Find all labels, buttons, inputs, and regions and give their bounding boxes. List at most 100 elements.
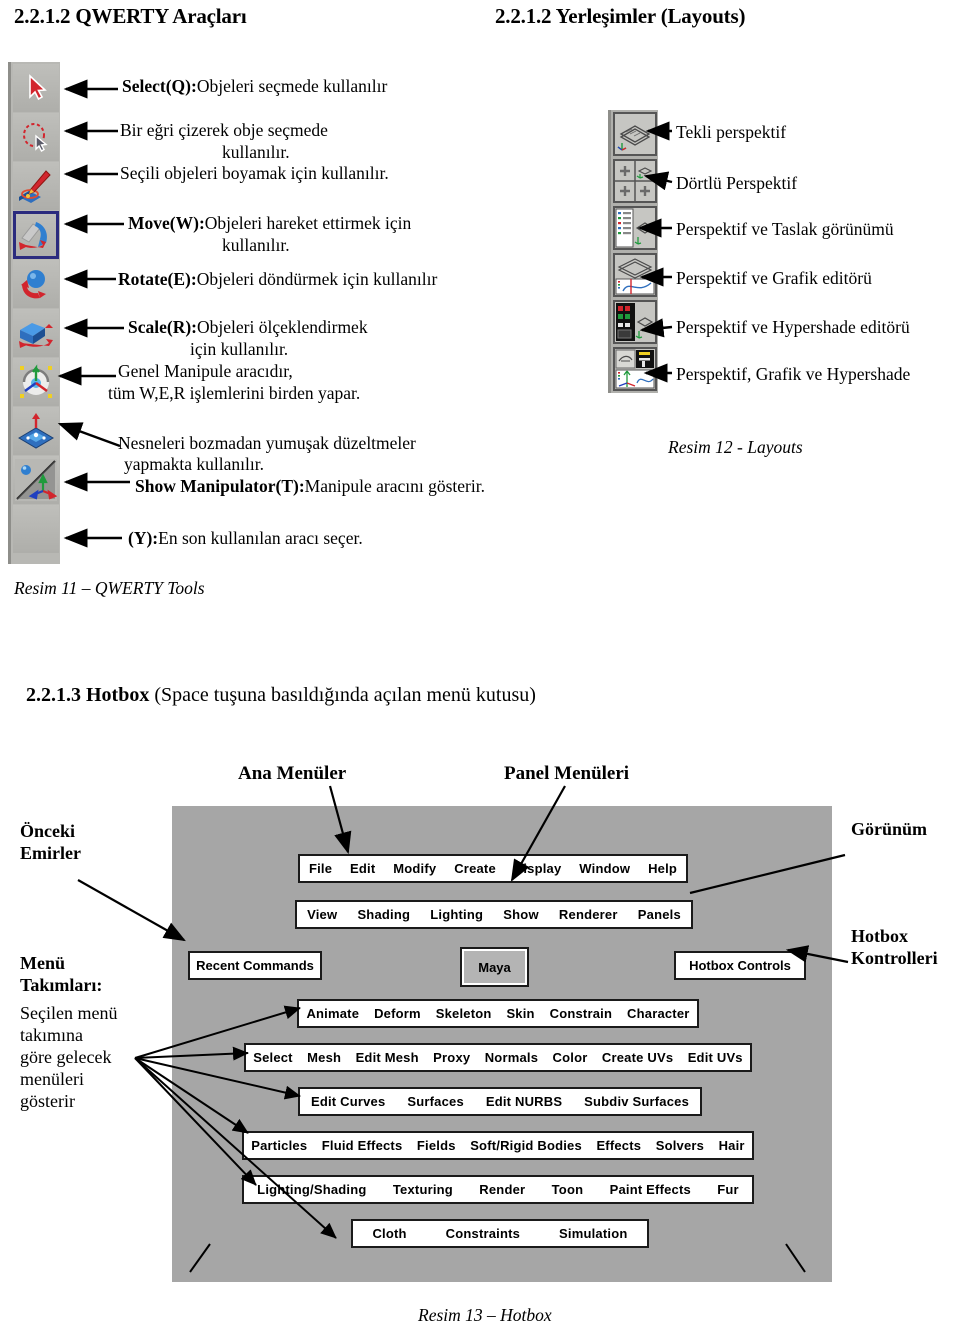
hotbox-row-panel-menus[interactable]: View Shading Lighting Show Renderer Pane… [295,900,693,929]
hotbox-menu-skeleton[interactable]: Skeleton [434,1006,494,1021]
hotbox-row-cloth[interactable]: Cloth Constraints Simulation [351,1219,649,1248]
hotbox-menu-panels[interactable]: Panels [636,907,683,922]
tool-desc-scale-text: Objeleri ölçeklendirmek [197,317,368,337]
hotbox-row-animation[interactable]: Animate Deform Skeleton Skin Constrain C… [297,999,699,1028]
hotbox-heading-number: 2.2.1.3 Hotbox [26,684,150,706]
hotbox-controls-button[interactable]: Hotbox Controls [674,951,806,980]
hotbox-menu-simulation[interactable]: Simulation [557,1226,629,1241]
hotbox-menu-constrain[interactable]: Constrain [548,1006,614,1021]
layouts-toolbar [608,110,658,393]
show-manipulator-tool[interactable] [12,456,59,504]
hotbox-menu-surfaces[interactable]: Surfaces [405,1094,466,1109]
hotbox-menu-render[interactable]: Render [477,1182,527,1197]
hotbox-menu-renderer[interactable]: Renderer [557,907,620,922]
perspective-graph-hypershade-layout[interactable] [613,347,657,391]
hotbox-menu-subdiv-surfaces[interactable]: Subdiv Surfaces [582,1094,691,1109]
hotbox-menu-paint-effects[interactable]: Paint Effects [608,1182,693,1197]
hotbox-menu-soft-rigid-bodies[interactable]: Soft/Rigid Bodies [468,1138,584,1153]
qwerty-toolbar [8,62,60,564]
move-tool[interactable] [12,211,59,259]
hotbox-menu-constraints[interactable]: Constraints [444,1226,522,1241]
hotbox-menu-window[interactable]: Window [577,861,632,876]
hotbox-menu-solvers[interactable]: Solvers [654,1138,706,1153]
hotbox-menu-edit[interactable]: Edit [348,861,377,876]
hotbox-menu-edit-uvs[interactable]: Edit UVs [686,1050,745,1065]
hotbox-recent-commands-button[interactable]: Recent Commands [188,951,322,980]
hotbox-row-main-menus[interactable]: File Edit Modify Create Display Window H… [298,854,688,883]
tool-desc-select-key: Select(Q): [122,76,197,96]
hotbox-menu-texturing[interactable]: Texturing [391,1182,455,1197]
hotbox-menu-fur[interactable]: Fur [715,1182,741,1197]
hotbox-menu-select[interactable]: Select [251,1050,295,1065]
tool-desc-paint: Seçili objeleri boyamak için kullanılır. [120,163,389,183]
hotbox-menu-proxy[interactable]: Proxy [431,1050,472,1065]
hotbox-menu-show[interactable]: Show [501,907,540,922]
tool-desc-move: Move(W):Objeleri hareket ettirmek için [128,213,411,234]
hotbox-menu-effects[interactable]: Effects [594,1138,643,1153]
hotbox-menu-file[interactable]: File [307,861,334,876]
hotbox-maya-center-button[interactable]: Maya [460,947,529,987]
hotbox-menu-lighting-shading[interactable]: Lighting/Shading [255,1182,368,1197]
hotbox-menu-edit-curves[interactable]: Edit Curves [309,1094,387,1109]
tool-desc-scale-l2: için kullanılır. [190,339,289,359]
tool-desc-lasttool-key: (Y): [128,528,159,548]
hotbox-row-rendering[interactable]: Lighting/Shading Texturing Render Toon P… [242,1175,754,1204]
hotbox-menu-animate[interactable]: Animate [304,1006,361,1021]
hotbox-menu-modify[interactable]: Modify [391,861,438,876]
layout-label-outliner: Perspektif ve Taslak görünümü [676,219,894,239]
hotbox-menu-character[interactable]: Character [625,1006,692,1021]
universal-manipulator-tool[interactable] [12,358,59,406]
tool-desc-scale-key: Scale(R): [128,317,198,337]
hotbox-menu-skin[interactable]: Skin [504,1006,536,1021]
hotbox-row-surfaces[interactable]: Edit Curves Surfaces Edit NURBS Subdiv S… [298,1087,702,1116]
layout-label-four: Dörtlü Perspektif [676,173,798,193]
hotbox-menu-hair[interactable]: Hair [717,1138,747,1153]
hotbox-menu-fluid-effects[interactable]: Fluid Effects [320,1138,405,1153]
four-view-icon [615,161,655,201]
hotbox-row-dynamics[interactable]: Particles Fluid Effects Fields Soft/Rigi… [242,1131,754,1160]
hotbox-menu-create-uvs[interactable]: Create UVs [600,1050,675,1065]
hotbox-menu-fields[interactable]: Fields [415,1138,458,1153]
single-perspective-layout[interactable] [613,112,657,156]
hotbox-menu-display[interactable]: Display [512,861,564,876]
layout-label-graph: Perspektif ve Grafik editörü [676,268,872,288]
hotbox-heading-text: (Space tuşuna basıldığında açılan menü k… [149,684,536,706]
hotbox-menu-edit-nurbs[interactable]: Edit NURBS [484,1094,564,1109]
hotbox-menu-color[interactable]: Color [551,1050,590,1065]
hotbox-row-polygons[interactable]: Select Mesh Edit Mesh Proxy Normals Colo… [244,1043,752,1072]
single-perspective-icon [615,114,655,154]
label-panel-menus: Panel Menüleri [504,763,630,784]
hotbox-menu-create[interactable]: Create [452,861,498,876]
tool-desc-rotate-text: Objeleri döndürmek için kullanılır [196,269,438,289]
hotbox-menu-cloth[interactable]: Cloth [370,1226,408,1241]
section-heading-qwerty: 2.2.1.2 QWERTY Araçları [14,4,247,28]
lasso-icon [22,123,48,152]
paint-select-tool[interactable] [12,162,59,210]
hotbox-menu-shading[interactable]: Shading [355,907,412,922]
hotbox-menu-help[interactable]: Help [646,861,679,876]
arrow-cursor-icon [28,74,47,101]
label-view: Görünüm [851,819,928,839]
last-tool-used[interactable] [12,505,59,553]
hotbox-menu-edit-mesh[interactable]: Edit Mesh [354,1050,421,1065]
hotbox-menu-normals[interactable]: Normals [483,1050,540,1065]
hotbox-menu-deform[interactable]: Deform [372,1006,423,1021]
four-view-perspective-layout[interactable] [613,159,657,203]
perspective-graph-editor-layout[interactable] [613,253,657,297]
hotbox-menu-view[interactable]: View [305,907,339,922]
rotate-tool[interactable] [12,260,59,308]
hotbox-menu-toon[interactable]: Toon [550,1182,586,1197]
graph-hypershade-persp-icon [615,349,655,389]
hotbox-menu-lighting[interactable]: Lighting [428,907,485,922]
soft-modification-tool[interactable] [12,407,59,455]
lasso-select-tool[interactable] [12,113,59,161]
universal-manip-icon [19,364,52,398]
hotbox-menu-mesh[interactable]: Mesh [305,1050,343,1065]
hotbox-menu-particles[interactable]: Particles [249,1138,309,1153]
perspective-outliner-layout[interactable] [613,206,657,250]
tool-desc-lasttool-text: En son kullanılan aracı seçer. [158,528,363,548]
select-tool[interactable] [12,64,59,112]
tool-desc-lasttool: (Y):En son kullanılan aracı seçer. [128,528,363,549]
perspective-hypershade-layout[interactable] [613,300,657,344]
scale-tool[interactable] [12,309,59,357]
